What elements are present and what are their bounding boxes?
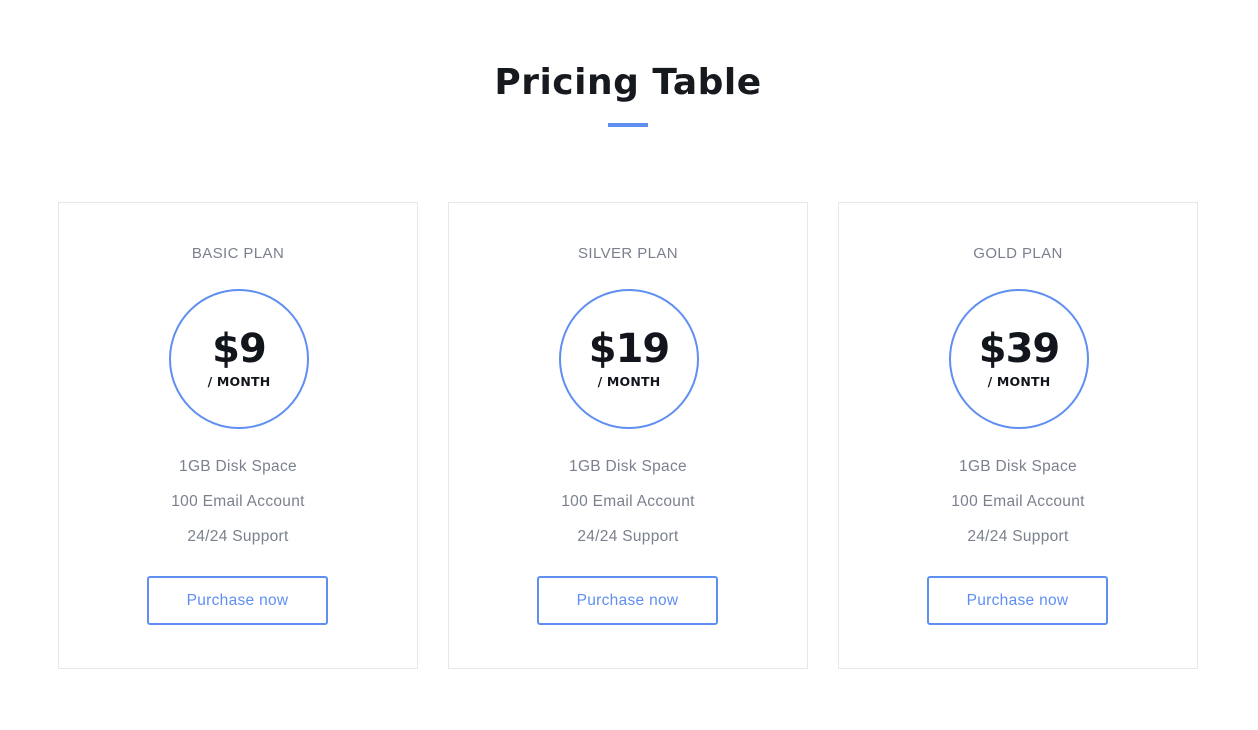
feature-item: 24/24 Support — [187, 528, 289, 545]
feature-item: 100 Email Account — [561, 493, 695, 510]
price-circle: $9 / MONTH — [169, 289, 309, 429]
feature-item: 1GB Disk Space — [179, 458, 297, 475]
purchase-button-silver[interactable]: Purchase now — [537, 576, 718, 625]
plan-price: $19 — [588, 326, 671, 372]
feature-list: 1GB Disk Space 100 Email Account 24/24 S… — [839, 449, 1197, 554]
price-period: / MONTH — [597, 374, 661, 389]
feature-item: 24/24 Support — [577, 528, 679, 545]
feature-list: 1GB Disk Space 100 Email Account 24/24 S… — [59, 449, 417, 554]
pricing-section: Pricing Table BASIC PLAN $9 / MONTH 1GB … — [0, 0, 1258, 730]
price-circle: $19 / MONTH — [559, 289, 699, 429]
title-underline-divider — [608, 123, 648, 127]
feature-item: 1GB Disk Space — [569, 458, 687, 475]
feature-item: 24/24 Support — [967, 528, 1069, 545]
pricing-card-silver: SILVER PLAN $19 / MONTH 1GB Disk Space 1… — [448, 202, 808, 669]
feature-item: 100 Email Account — [951, 493, 1085, 510]
page-title: Pricing Table — [494, 62, 762, 103]
plan-price: $9 — [212, 326, 267, 372]
feature-item: 100 Email Account — [171, 493, 305, 510]
purchase-button-gold[interactable]: Purchase now — [927, 576, 1108, 625]
pricing-cards: BASIC PLAN $9 / MONTH 1GB Disk Space 100… — [58, 202, 1198, 669]
pricing-card-basic: BASIC PLAN $9 / MONTH 1GB Disk Space 100… — [58, 202, 418, 669]
plan-price: $39 — [978, 326, 1061, 372]
pricing-card-gold: GOLD PLAN $39 / MONTH 1GB Disk Space 100… — [838, 202, 1198, 669]
feature-item: 1GB Disk Space — [959, 458, 1077, 475]
plan-name: BASIC PLAN — [191, 245, 285, 262]
price-period: / MONTH — [987, 374, 1051, 389]
plan-name: SILVER PLAN — [578, 245, 678, 262]
price-circle: $39 / MONTH — [949, 289, 1089, 429]
plan-name: GOLD PLAN — [973, 245, 1063, 262]
feature-list: 1GB Disk Space 100 Email Account 24/24 S… — [449, 449, 807, 554]
purchase-button-basic[interactable]: Purchase now — [147, 576, 328, 625]
price-period: / MONTH — [207, 374, 271, 389]
